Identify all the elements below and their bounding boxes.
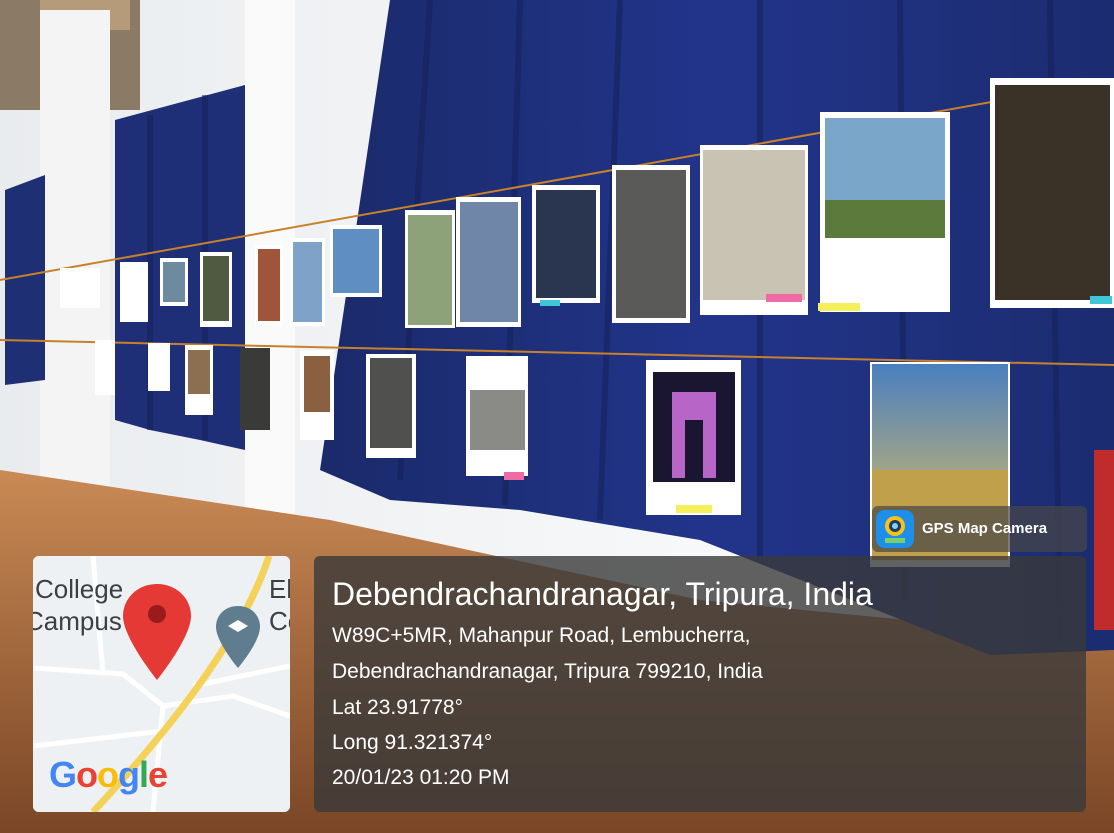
- google-letter: G: [49, 754, 77, 795]
- place-title: Debendrachandranagar, Tripura, India: [332, 576, 873, 612]
- gps-map-camera-icon: [876, 510, 914, 548]
- google-logo: Google: [49, 754, 168, 796]
- map-label-college: College: [35, 574, 124, 604]
- google-letter: o: [76, 754, 98, 795]
- google-letter: e: [148, 754, 168, 795]
- timestamp-text: 20/01/23 01:20 PM: [332, 766, 510, 789]
- map-label-right-1: El: [269, 574, 290, 604]
- address-line-2: Debendrachandranagar, Tripura 799210, In…: [332, 660, 763, 683]
- gps-map-camera-badge: GPS Map Camera: [872, 506, 1087, 552]
- photo-scene: College Campus El Co Google GPS Map Came…: [0, 0, 1114, 833]
- address-line-1: W89C+5MR, Mahanpur Road, Lembucherra,: [332, 624, 751, 647]
- google-letter: l: [139, 754, 149, 795]
- google-letter: g: [118, 754, 140, 795]
- longitude-text: Long 91.321374°: [332, 731, 493, 754]
- location-info-panel: Debendrachandranagar, Tripura, India W89…: [314, 556, 1086, 812]
- fire-extinguisher: [1094, 450, 1114, 630]
- map-label-right-2: Co: [269, 606, 290, 636]
- blue-curtain-far: [5, 175, 45, 385]
- gps-map-camera-label: GPS Map Camera: [922, 520, 1048, 537]
- google-letter: o: [97, 754, 119, 795]
- map-label-campus: Campus: [33, 606, 122, 636]
- mini-map[interactable]: College Campus El Co Google: [33, 556, 290, 812]
- latitude-text: Lat 23.91778°: [332, 696, 464, 719]
